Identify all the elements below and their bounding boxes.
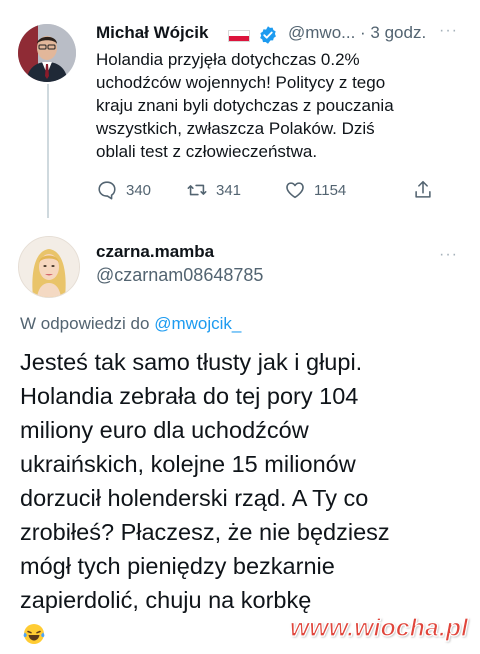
person-photo-icon bbox=[18, 24, 76, 82]
tweet-text-line: kraju znani byli dotychczas z pouczania bbox=[96, 96, 394, 115]
reply-button[interactable]: 340 bbox=[96, 178, 151, 202]
reply-context: W odpowiedzi do @mwojcik_ bbox=[20, 314, 241, 334]
tweet-text-line: uchodźców wojennych! Politycy z tego bbox=[96, 73, 386, 92]
reply-text-line: mógł tych pieniędzy bezkarnie bbox=[20, 553, 335, 579]
verified-badge-icon bbox=[260, 26, 276, 44]
reply-text-line: ukraińskich, kolejne 15 milionów bbox=[20, 451, 356, 477]
laughing-tears-emoji-icon bbox=[23, 624, 45, 644]
reply-count: 340 bbox=[126, 181, 152, 199]
reply-text-line: zapierdolić, chuju na korbkę bbox=[20, 587, 312, 613]
thread-line bbox=[47, 84, 49, 218]
tweet-text-line: wszystkich, zwłaszcza Polaków. Dziś bbox=[96, 119, 375, 138]
author-name[interactable]: czarna.mamba bbox=[96, 242, 214, 262]
share-button[interactable] bbox=[412, 178, 434, 202]
watermark-logo: www.wiocha.pl bbox=[289, 613, 468, 642]
retweet-count: 341 bbox=[216, 181, 242, 199]
retweet-button[interactable]: 341 bbox=[186, 178, 241, 202]
share-icon bbox=[415, 180, 431, 198]
tweet-text: Holandia przyjęła dotychczas 0.2% uchodź… bbox=[96, 48, 466, 163]
heart-icon bbox=[286, 182, 304, 199]
reply-text-line: miliony euro dla uchodźców bbox=[20, 417, 309, 443]
tweet-actions: 340 341 1154 bbox=[96, 178, 446, 202]
reply-text: Jesteś tak samo tłusty jak i głupi. Hola… bbox=[20, 345, 465, 651]
author-handle[interactable]: @czarnam08648785 bbox=[96, 265, 263, 286]
tweet-meta: @mwo... · 3 godz. bbox=[288, 23, 427, 42]
reply-icon bbox=[98, 181, 116, 200]
like-count: 1154 bbox=[314, 181, 347, 199]
more-options-icon[interactable]: ··· bbox=[439, 22, 458, 40]
author-name[interactable]: Michał Wójcik bbox=[96, 23, 208, 43]
person-photo-icon bbox=[19, 237, 79, 297]
avatar-czarna-mamba[interactable] bbox=[18, 236, 80, 298]
reply-mention-link[interactable]: @mwojcik_ bbox=[154, 314, 241, 333]
reply-text-line: Jesteś tak samo tłusty jak i głupi. bbox=[20, 349, 363, 375]
reply-context-prefix: W odpowiedzi do bbox=[20, 314, 155, 333]
reply-text-line: Holandia zebrała do tej pory 104 bbox=[20, 383, 359, 409]
avatar-michal-wojcik[interactable] bbox=[18, 24, 76, 82]
retweet-icon bbox=[187, 184, 207, 196]
tweet-text-line: Holandia przyjęła dotychczas 0.2% bbox=[96, 50, 360, 69]
reply-text-line: dorzucił holenderski rząd. A Ty co bbox=[20, 485, 369, 511]
tweet-text-line: oblali test z człowieczeństwa. bbox=[96, 142, 318, 161]
like-button[interactable]: 1154 bbox=[284, 178, 346, 202]
reply-text-line: zrobiłeś? Płaczesz, że nie będziesz bbox=[20, 519, 390, 545]
more-options-icon[interactable]: ··· bbox=[439, 246, 458, 264]
poland-flag-icon bbox=[228, 30, 250, 42]
